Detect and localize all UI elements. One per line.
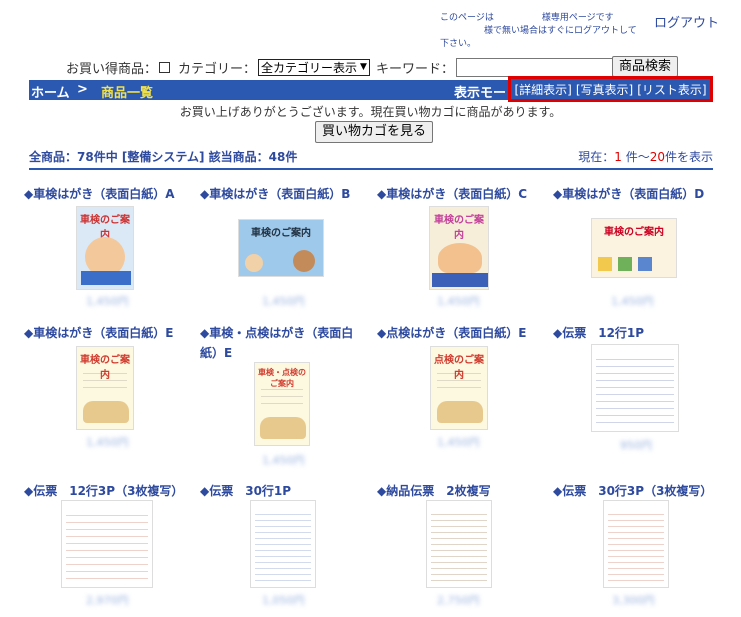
logout-link[interactable]: ログアウト <box>654 12 719 31</box>
product-name-link[interactable]: ◆車検はがき（表面白紙）B <box>200 187 350 201</box>
product-item: ◆車検はがき（表面白紙）A <box>24 183 194 203</box>
product-thumbnail[interactable]: 車検のご案内 <box>76 346 134 430</box>
product-thumbnail[interactable]: 車検のご案内 <box>429 206 489 290</box>
product-price: 1,450円 <box>437 295 480 308</box>
product-thumbnail[interactable]: 車検のご案内 <box>591 218 677 278</box>
product-thumbnail[interactable] <box>61 500 153 588</box>
search-row: お買い得商品： カテゴリー： 全カテゴリー表示 ▼ キーワード： <box>66 57 622 77</box>
deal-label: お買い得商品： <box>66 61 158 77</box>
mode-photo-link[interactable]: [写真表示] <box>576 81 633 98</box>
product-thumbnail[interactable]: 点検のご案内 <box>430 346 488 430</box>
product-item: ◆点検はがき（表面白紙）E <box>377 322 547 342</box>
product-item: ◆車検はがき（表面白紙）D <box>553 183 723 203</box>
display-range: 現在：1 件～20件を表示 <box>578 150 713 164</box>
product-item: ◆伝票 30行3P（3枚複写） <box>553 480 723 500</box>
product-name-link[interactable]: ◆車検はがき（表面白紙）D <box>553 187 704 201</box>
product-name-link[interactable]: ◆車検はがき（表面白紙）C <box>377 187 527 201</box>
display-mode-options: [詳細表示] [写真表示] [リスト表示] <box>508 76 713 102</box>
product-price: 1,450円 <box>611 295 654 308</box>
cart-message: お買い上げありがとうございます。現在買い物カゴに商品があります。 <box>179 105 562 119</box>
product-price: 1,450円 <box>262 295 305 308</box>
mode-detail-link[interactable]: [詳細表示] <box>514 81 571 98</box>
product-thumbnail[interactable] <box>250 500 316 588</box>
product-item: ◆車検はがき（表面白紙）B <box>200 183 370 203</box>
product-price: 2,970円 <box>86 594 129 607</box>
product-price: 1,450円 <box>86 436 129 449</box>
product-price: 1,050円 <box>262 594 305 607</box>
product-item: ◆車検はがき（表面白紙）E <box>24 322 194 342</box>
product-thumbnail[interactable] <box>591 344 679 432</box>
chevron-down-icon: ▼ <box>360 62 367 72</box>
product-item: ◆車検はがき（表面白紙）C <box>377 183 547 203</box>
product-name-link[interactable]: ◆納品伝票 2枚複写 <box>377 484 491 498</box>
product-item: ◆伝票 12行1P <box>553 322 723 342</box>
product-count: 全商品：78件中 [整備システム] 該当商品：48件 <box>29 150 298 164</box>
product-item: ◆伝票 30行1P <box>200 480 370 500</box>
product-item: ◆伝票 12行3P（3枚複写） <box>24 480 194 500</box>
product-price: 1,450円 <box>262 454 305 467</box>
breadcrumb-home[interactable]: ホーム <box>31 82 70 101</box>
product-name-link[interactable]: ◆車検・点検はがき（表面白紙）E <box>200 326 353 360</box>
product-name-link[interactable]: ◆車検はがき（表面白紙）E <box>24 326 173 340</box>
breadcrumb-separator: > <box>77 82 88 97</box>
search-button[interactable]: 商品検索 <box>612 56 679 77</box>
product-name-link[interactable]: ◆伝票 30行3P（3枚複写） <box>553 484 712 498</box>
mode-list-link[interactable]: [リスト表示] <box>637 81 706 98</box>
category-select[interactable]: 全カテゴリー表示 ▼ <box>258 58 370 76</box>
product-name-link[interactable]: ◆伝票 30行1P <box>200 484 291 498</box>
product-thumbnail[interactable]: 車検のご案内 <box>76 206 134 290</box>
product-price: 1,450円 <box>86 295 129 308</box>
product-thumbnail[interactable]: 車検のご案内 <box>238 219 324 277</box>
deal-checkbox[interactable] <box>159 61 171 73</box>
product-thumbnail[interactable] <box>426 500 492 588</box>
keyword-input[interactable] <box>455 57 622 77</box>
category-label: カテゴリー： <box>178 61 257 77</box>
product-thumbnail[interactable] <box>603 500 669 588</box>
product-thumbnail[interactable]: 車検・点検のご案内 <box>254 362 310 446</box>
product-price: 950円 <box>620 439 652 452</box>
product-price: 1,450円 <box>437 436 480 449</box>
product-item: ◆納品伝票 2枚複写 <box>377 480 547 500</box>
product-price: 2,750円 <box>437 594 480 607</box>
keyword-label: キーワード： <box>375 61 454 77</box>
product-name-link[interactable]: ◆車検はがき（表面白紙）A <box>24 187 175 201</box>
product-name-link[interactable]: ◆点検はがき（表面白紙）E <box>377 326 526 340</box>
view-cart-button[interactable]: 買い物カゴを見る <box>315 121 434 143</box>
product-item: ◆車検・点検はがき（表面白紙）E <box>200 322 370 362</box>
breadcrumb-current: 商品一覧 <box>101 86 154 101</box>
divider <box>29 168 713 170</box>
user-notice: このページは 様専用ページです 様で無い場合はすぐにログアウトして下さい。 <box>440 13 637 49</box>
product-name-link[interactable]: ◆伝票 12行1P <box>553 326 644 340</box>
product-name-link[interactable]: ◆伝票 12行3P（3枚複写） <box>24 484 183 498</box>
product-price: 3,300円 <box>612 594 655 607</box>
